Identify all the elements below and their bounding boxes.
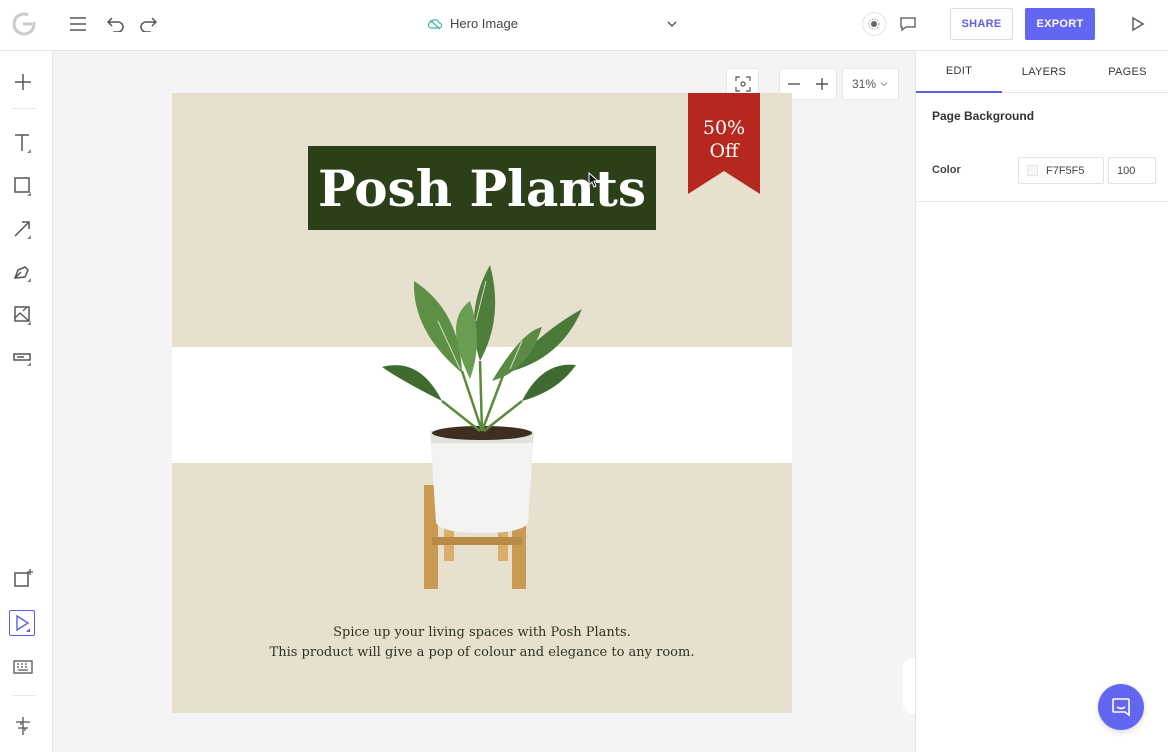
chat-support-button[interactable] <box>1098 684 1144 730</box>
section-title: Page Background <box>932 109 1035 123</box>
color-swatch[interactable] <box>1027 165 1038 176</box>
discount-badge-line2: Off <box>709 140 739 162</box>
panel-collapse-handle[interactable] <box>903 658 915 714</box>
chevron-down-icon <box>880 82 888 87</box>
color-hex-input[interactable]: F7F5F5 <box>1018 157 1104 184</box>
potted-plant-image[interactable] <box>372 261 592 593</box>
shape-tool-icon[interactable] <box>11 174 35 198</box>
panel-divider <box>916 201 1168 202</box>
chevron-down-icon[interactable] <box>664 16 680 32</box>
focus-icon <box>734 76 751 92</box>
comment-icon[interactable] <box>898 14 918 34</box>
layout-align-icon[interactable] <box>11 714 35 738</box>
select-tool-icon[interactable] <box>9 610 35 636</box>
component-tool-icon[interactable] <box>11 346 35 370</box>
share-button[interactable]: SHARE <box>950 8 1013 40</box>
design-caption[interactable]: Spice up your living spaces with Posh Pl… <box>172 623 792 663</box>
left-toolbar <box>0 51 53 752</box>
panel-tabs: EDIT LAYERS PAGES <box>916 51 1168 93</box>
mouse-cursor-icon <box>588 172 600 188</box>
tab-pages[interactable]: PAGES <box>1086 51 1168 93</box>
undo-icon[interactable] <box>106 14 126 34</box>
chat-icon <box>1112 698 1130 717</box>
caption-line2: This product will give a pop of colour a… <box>269 645 695 660</box>
text-tool-icon[interactable] <box>11 131 35 155</box>
export-button[interactable]: EXPORT <box>1025 8 1095 40</box>
discount-badge-line1: 50% <box>702 117 746 139</box>
artboard[interactable]: Posh Plants 50% Off Spice up your living… <box>172 93 792 713</box>
tab-layers[interactable]: LAYERS <box>1002 51 1086 93</box>
title-box[interactable]: Posh Plants <box>308 146 656 230</box>
document-title[interactable]: Hero Image <box>428 16 518 31</box>
toolbar-divider <box>12 108 36 109</box>
opacity-input[interactable]: 100 <box>1108 157 1156 184</box>
menu-icon[interactable] <box>68 14 88 34</box>
pen-tool-icon[interactable] <box>11 260 35 284</box>
settings-dot-icon[interactable] <box>862 12 886 36</box>
cloud-sync-icon <box>428 18 442 29</box>
keyboard-icon[interactable] <box>11 655 35 679</box>
zoom-in-icon[interactable] <box>814 76 830 92</box>
add-icon[interactable] <box>11 70 35 94</box>
color-hex-value: F7F5F5 <box>1046 164 1085 177</box>
line-tool-icon[interactable] <box>11 217 35 241</box>
design-title[interactable]: Posh Plants <box>318 159 646 218</box>
add-frame-icon[interactable] <box>11 567 35 591</box>
zoom-out-icon[interactable] <box>786 76 802 92</box>
color-label: Color <box>932 164 961 176</box>
image-tool-icon[interactable] <box>11 303 35 327</box>
opacity-value: 100 <box>1117 164 1136 177</box>
zoom-level-value: 31% <box>851 77 877 91</box>
document-title-text: Hero Image <box>450 16 518 31</box>
zoom-level-select[interactable]: 31% <box>842 68 899 100</box>
caption-line1: Spice up your living spaces with Posh Pl… <box>333 625 631 640</box>
discount-badge-text[interactable]: 50% Off <box>688 117 760 163</box>
tab-edit[interactable]: EDIT <box>916 51 1002 93</box>
top-bar: Hero Image SHARE EXPORT <box>0 0 1168 51</box>
right-panel: EDIT LAYERS PAGES Page Background Color … <box>915 51 1168 752</box>
play-preview-icon[interactable] <box>1128 14 1148 34</box>
redo-icon[interactable] <box>138 14 158 34</box>
app-logo-icon[interactable] <box>12 12 36 36</box>
toolbar-divider <box>12 695 36 696</box>
